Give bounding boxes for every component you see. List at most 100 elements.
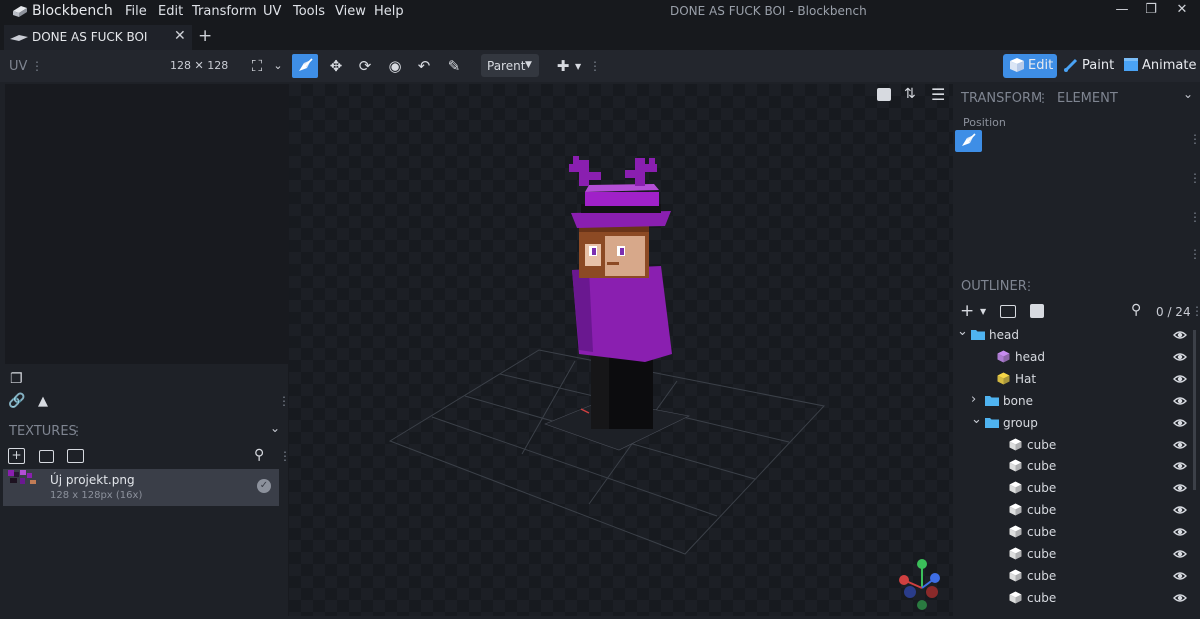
visibility-eye-icon[interactable] — [1173, 591, 1187, 605]
menu-help[interactable]: Help — [374, 4, 404, 19]
visibility-eye-icon[interactable] — [1173, 394, 1187, 408]
position-options-icon[interactable]: ⋮ — [1189, 132, 1200, 146]
outliner-cube-row[interactable]: cube — [955, 543, 1191, 565]
menu-file[interactable]: File — [125, 4, 147, 19]
menu-edit[interactable]: Edit — [158, 4, 183, 19]
texture-applied-check-icon[interactable]: ✓ — [257, 479, 271, 493]
close-tab-icon[interactable]: ✕ — [174, 28, 186, 44]
chevron-down-icon[interactable]: ⌄ — [267, 56, 289, 76]
3d-viewport[interactable] — [289, 84, 953, 616]
collapse-all-icon[interactable] — [1030, 304, 1044, 318]
outliner-group-row[interactable]: ⌄ head — [955, 324, 1191, 346]
rotate-icon[interactable]: ⟳ — [354, 56, 376, 76]
outliner-search-icon[interactable]: ⚲ — [1131, 302, 1141, 318]
mode-paint-button[interactable]: Paint — [1082, 58, 1114, 73]
transform-panel-title[interactable]: TRANSFORM — [961, 91, 1042, 106]
texture-resolution: 128 x 128px (16x) — [50, 490, 143, 501]
collapse-transform-icon[interactable]: ⌄ — [1183, 87, 1193, 101]
outliner-group-row[interactable]: › bone — [955, 390, 1191, 412]
outliner-menu-icon[interactable]: ⋮ — [1023, 279, 1035, 293]
translate-icon[interactable]: ✥ — [325, 56, 347, 76]
visibility-eye-icon[interactable] — [1173, 547, 1187, 561]
visibility-eye-icon[interactable] — [1173, 438, 1187, 452]
uv-editor-canvas[interactable] — [5, 84, 285, 364]
add-cube-icon[interactable]: + — [960, 301, 974, 321]
visibility-eye-icon[interactable] — [1173, 372, 1187, 386]
uv-menu-icon[interactable]: ⋮ — [31, 59, 43, 73]
element-tab[interactable]: ELEMENT — [1057, 91, 1118, 106]
visibility-eye-icon[interactable] — [1173, 481, 1187, 495]
outliner-item-label: cube — [1027, 437, 1057, 452]
expand-chevron-icon[interactable]: ⌄ — [957, 324, 968, 339]
mode-animate-button[interactable]: Animate — [1142, 58, 1196, 73]
texture-folder-icon[interactable] — [67, 449, 84, 463]
add-caret-icon[interactable]: ▼ — [980, 307, 986, 316]
close-window-icon[interactable]: ✕ — [1172, 2, 1192, 20]
outliner-panel-title[interactable]: OUTLINER — [961, 279, 1027, 294]
animate-clapper-icon[interactable] — [1123, 57, 1139, 72]
textures-menu-icon[interactable]: ⋮ — [71, 424, 83, 438]
outliner-cube-row[interactable]: Hat — [955, 368, 1191, 390]
copy-icon[interactable]: ❐ — [10, 371, 23, 387]
menu-view[interactable]: View — [335, 4, 366, 19]
minimize-icon[interactable]: — — [1112, 2, 1132, 20]
mirror-caret-icon[interactable]: ▼ — [575, 62, 581, 71]
sort-icon[interactable]: ⇅ — [904, 86, 916, 102]
visibility-eye-icon[interactable] — [1173, 459, 1187, 473]
position-tool-button[interactable] — [955, 130, 982, 152]
position-label: Position — [963, 116, 1006, 129]
cube-icon — [1009, 591, 1022, 604]
mirror-icon[interactable]: ✚ — [552, 56, 574, 76]
restore-icon[interactable]: ❐ — [1141, 2, 1161, 20]
search-icon[interactable]: ⚲ — [254, 447, 264, 463]
outliner-group-row[interactable]: ⌄ group — [955, 412, 1191, 434]
outliner-scrollbar[interactable] — [1193, 330, 1196, 490]
cube-icon — [1009, 459, 1022, 472]
rotation-options-icon[interactable]: ⋮ — [1189, 171, 1200, 185]
mirror-uv-icon[interactable]: ▲ — [38, 394, 48, 409]
paint-brush-mode-icon[interactable] — [1063, 57, 1079, 73]
pivot-icon[interactable]: ◉ — [384, 56, 406, 76]
toolbar-menu-icon[interactable]: ⋮ — [589, 59, 601, 73]
cube-icon — [997, 350, 1010, 363]
tab-label: DONE AS FUCK BOI — [32, 30, 148, 44]
add-texture-icon[interactable]: + — [8, 448, 25, 464]
scale-options-icon[interactable]: ⋮ — [1189, 210, 1200, 224]
menu-transform[interactable]: Transform — [192, 4, 257, 19]
collapsed-chevron-icon[interactable]: › — [971, 392, 976, 407]
outliner-cube-row[interactable]: cube — [955, 499, 1191, 521]
visibility-eye-icon[interactable] — [1173, 569, 1187, 583]
selection-count: 0 / 24 — [1156, 305, 1191, 319]
outliner-cube-row[interactable]: cube — [955, 455, 1191, 477]
menu-uv[interactable]: UV — [263, 4, 281, 19]
link-icon[interactable]: 🔗 — [8, 393, 25, 409]
visibility-eye-icon[interactable] — [1173, 328, 1187, 342]
expand-chevron-icon[interactable]: ⌄ — [971, 412, 982, 427]
viewport-menu-icon[interactable]: ☰ — [931, 85, 945, 104]
import-texture-icon[interactable] — [39, 450, 54, 463]
screenshot-icon[interactable] — [877, 88, 891, 101]
visibility-eye-icon[interactable] — [1173, 503, 1187, 517]
outliner-more-icon[interactable]: ⋮ — [1191, 304, 1200, 318]
outliner-cube-row[interactable]: cube — [955, 565, 1191, 587]
transform-menu-icon[interactable]: ⋮ — [1037, 91, 1049, 105]
outliner-cube-row[interactable]: cube — [955, 477, 1191, 499]
outliner-cube-row[interactable]: cube — [955, 521, 1191, 543]
fullscreen-icon[interactable]: ⛶ — [246, 56, 268, 76]
visibility-eye-icon[interactable] — [1173, 350, 1187, 364]
visibility-eye-icon[interactable] — [1173, 416, 1187, 430]
outliner-cube-row[interactable]: cube — [955, 434, 1191, 456]
paint-brush-icon[interactable]: ✎ — [443, 56, 465, 76]
vertex-snap-icon[interactable]: ↶ — [413, 56, 435, 76]
new-tab-icon[interactable]: + — [198, 26, 212, 46]
menu-tools[interactable]: Tools — [293, 4, 325, 19]
outliner-cube-row[interactable]: cube — [955, 587, 1191, 609]
window-title: DONE AS FUCK BOI - Blockbench — [670, 4, 867, 18]
visibility-eye-icon[interactable] — [1173, 525, 1187, 539]
pivot-options-icon[interactable]: ⋮ — [1189, 247, 1200, 261]
outliner-cube-row[interactable]: head — [955, 346, 1191, 368]
texture-thumbnail — [8, 470, 36, 484]
collapse-textures-icon[interactable]: ⌄ — [270, 421, 280, 435]
add-group-icon[interactable] — [1000, 305, 1016, 318]
move-tool-button[interactable] — [292, 54, 318, 78]
